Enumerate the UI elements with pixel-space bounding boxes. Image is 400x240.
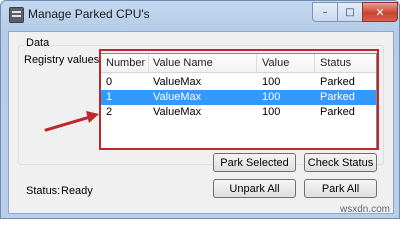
annotation-arrow-icon [44, 111, 99, 132]
watermark-text: wsxdn.com [340, 204, 391, 215]
